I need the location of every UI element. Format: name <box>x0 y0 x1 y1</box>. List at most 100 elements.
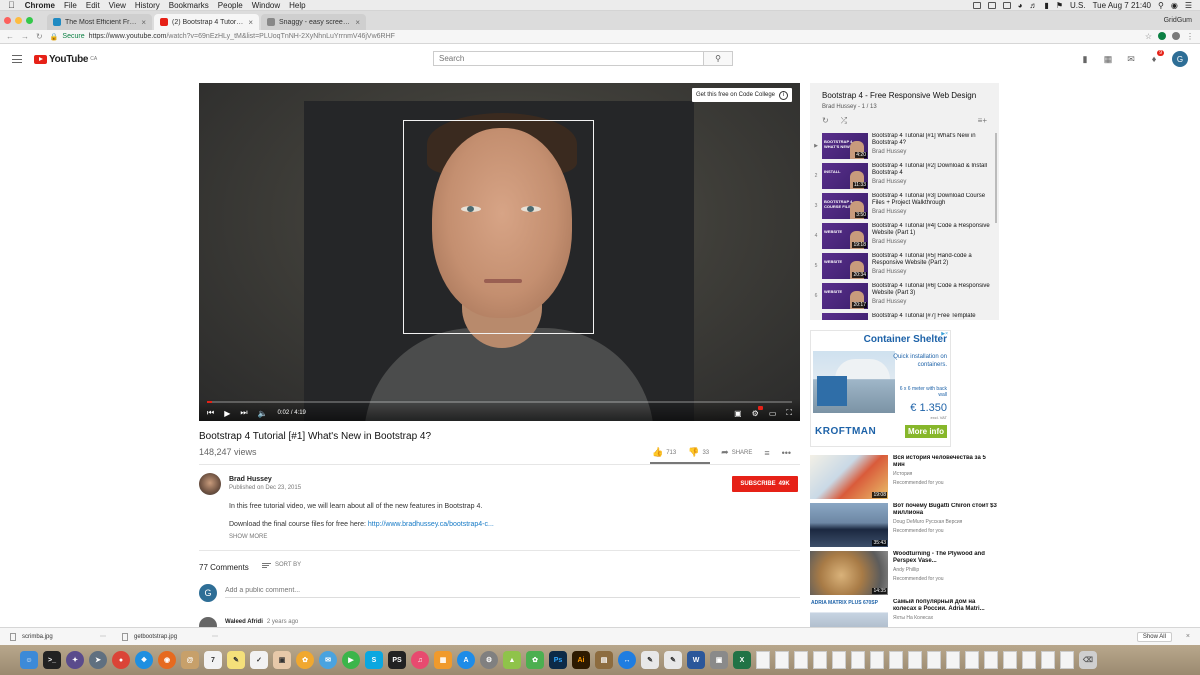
word-icon[interactable]: W <box>687 651 705 669</box>
status-app-icon[interactable] <box>987 1 996 9</box>
extension-icon[interactable] <box>1172 32 1180 40</box>
playlist-item-title[interactable]: Bootstrap 4 Tutorial [#5] Hand-code a Re… <box>872 253 992 267</box>
spotlight-icon[interactable]: ⚲ <box>1158 1 1164 10</box>
script-editor-icon[interactable]: ✎ <box>664 651 682 669</box>
save-playlist-icon[interactable]: ≡+ <box>978 116 987 125</box>
document-thumbnail-icon[interactable] <box>756 651 770 669</box>
volume-icon[interactable]: ♬ <box>1029 1 1037 10</box>
apps-grid-icon[interactable]: ▦ <box>1103 54 1113 64</box>
download-options-icon[interactable]: ⋯ <box>100 633 106 640</box>
url-field[interactable]: https://www.youtube.com/watch?v=69nEzHLy… <box>89 33 395 40</box>
document-thumbnail-icon[interactable] <box>870 651 884 669</box>
recommended-title[interactable]: Вот почему Bugatti Chiron стоит $3 милли… <box>893 503 997 517</box>
wifi-icon[interactable]: ◕ <box>1018 1 1023 10</box>
menu-window[interactable]: Window <box>252 1 280 10</box>
channel-avatar[interactable] <box>199 473 221 495</box>
reload-icon[interactable]: ↻ <box>36 32 43 41</box>
play-icon[interactable]: ▶ <box>224 409 230 418</box>
document-thumbnail-icon[interactable] <box>908 651 922 669</box>
menu-view[interactable]: View <box>109 1 126 10</box>
download-item[interactable]: scrimba.jpg ⋯ <box>0 632 112 641</box>
ibooks-icon[interactable]: ▦ <box>434 651 452 669</box>
loop-icon[interactable]: ↻ <box>822 116 829 126</box>
subscribe-button[interactable]: SUBSCRIBE 49K <box>732 476 798 492</box>
textedit-icon[interactable]: ✎ <box>641 651 659 669</box>
reminders-icon[interactable]: ✓ <box>250 651 268 669</box>
playlist-item-thumbnail[interactable]: INSTALL 11:33 <box>822 163 868 189</box>
extension-icon[interactable] <box>1158 32 1166 40</box>
recommended-thumbnail[interactable]: 14:35 <box>810 551 888 595</box>
phpstorm-icon[interactable]: PS <box>388 651 406 669</box>
dislike-button[interactable]: 👎 33 <box>688 447 709 458</box>
menu-history[interactable]: History <box>135 1 160 10</box>
document-thumbnail-icon[interactable] <box>832 651 846 669</box>
playlist-item[interactable]: 3 BOOTSTRAP 4 COURSE FILES 3:50 Bootstrap 4… <box>810 193 994 223</box>
tab-youtube[interactable]: (2) Bootstrap 4 Tutorial [#... × <box>154 14 259 30</box>
close-downloads-icon[interactable]: × <box>1186 633 1190 640</box>
playlist-item-title[interactable]: Bootstrap 4 Tutorial [#7] Free Template <box>872 313 992 320</box>
ad-more-info-button[interactable]: More info <box>905 425 947 438</box>
app-store-icon[interactable]: A <box>457 651 475 669</box>
chrome-menu-icon[interactable]: ⋮ <box>1186 32 1194 41</box>
document-thumbnail-icon[interactable] <box>1003 651 1017 669</box>
notifications-bell-icon[interactable]: ♦ 9 <box>1149 50 1164 64</box>
playlist-item[interactable]: 6 WEBSITE 20:17 Bootstrap 4 Tutorial [#6] C… <box>810 283 994 313</box>
notification-center-icon[interactable]: ☰ <box>1185 1 1192 10</box>
maps-icon[interactable]: ▲ <box>503 651 521 669</box>
firefox-icon[interactable]: ◉ <box>158 651 176 669</box>
document-thumbnail-icon[interactable] <box>1060 651 1074 669</box>
contacts-icon[interactable]: @ <box>181 651 199 669</box>
screenshot-icon[interactable]: ▣ <box>710 651 728 669</box>
tab-bootstrap-site[interactable]: The Most Efficient Free Bootst... × <box>47 14 152 30</box>
playlist-item-thumbnail[interactable]: WEBSITE 20:17 <box>822 283 868 309</box>
playlist-item-title[interactable]: Bootstrap 4 Tutorial [#2] Download & Ins… <box>872 163 992 177</box>
playlist-item[interactable]: 5 WEBSITE 20:34 Bootstrap 4 Tutorial [#5] H… <box>810 253 994 283</box>
upload-video-icon[interactable]: ▮ <box>1080 54 1090 64</box>
forward-icon[interactable]: → <box>21 32 29 41</box>
skype-icon[interactable]: S <box>365 651 383 669</box>
flag-icon[interactable]: ⚑ <box>1056 1 1063 10</box>
system-preferences-icon[interactable]: ⚙ <box>480 651 498 669</box>
document-thumbnail-icon[interactable] <box>794 651 808 669</box>
document-thumbnail-icon[interactable] <box>775 651 789 669</box>
shuffle-icon[interactable]: ⤮ <box>841 116 847 126</box>
tab-close-icon[interactable]: × <box>355 18 360 27</box>
tab-close-icon[interactable]: × <box>248 18 253 27</box>
terminal-icon[interactable]: >_ <box>43 651 61 669</box>
account-avatar[interactable]: G <box>1172 51 1188 67</box>
comment-input[interactable] <box>225 584 800 598</box>
volume-icon[interactable]: 🔈 <box>258 409 268 418</box>
recommended-video[interactable]: 35:43 Вот почему Bugatti Chiron стоит $3 … <box>810 503 999 547</box>
playlist-item[interactable]: ▶ BOOTSTRAP 4 WHAT'S NEW? 4:20 Bootstrap 4 … <box>810 133 994 163</box>
progress-bar[interactable] <box>207 401 792 403</box>
preview-icon[interactable]: ▣ <box>273 651 291 669</box>
playlist-item-thumbnail[interactable] <box>822 313 868 320</box>
show-more-button[interactable]: SHOW MORE <box>229 534 267 540</box>
document-thumbnail-icon[interactable] <box>1022 651 1036 669</box>
notes-icon[interactable]: ✎ <box>227 651 245 669</box>
status-app-icon[interactable] <box>972 1 981 9</box>
document-thumbnail-icon[interactable] <box>851 651 865 669</box>
siri-icon[interactable]: ◉ <box>1171 1 1178 10</box>
guide-menu-icon[interactable] <box>12 55 22 63</box>
download-options-icon[interactable]: ⋯ <box>212 633 218 640</box>
playlist-item[interactable]: 2 INSTALL 11:33 Bootstrap 4 Tutorial [#2] D… <box>810 163 994 193</box>
description-link[interactable]: http://www.bradhussey.ca/bootstrap4-c... <box>368 521 494 528</box>
recommended-thumbnail[interactable]: 35:43 <box>810 503 888 547</box>
status-app-icon[interactable] <box>1002 1 1011 9</box>
document-thumbnail-icon[interactable] <box>984 651 998 669</box>
menu-edit[interactable]: Edit <box>86 1 100 10</box>
next-icon[interactable]: ⏭ <box>240 408 247 418</box>
tab-snaggy[interactable]: Snaggy - easy screenshots × <box>261 14 366 30</box>
playlist-item-thumbnail[interactable]: WEBSITE 19:18 <box>822 223 868 249</box>
close-window-icon[interactable] <box>4 17 11 24</box>
playlist-item-title[interactable]: Bootstrap 4 Tutorial [#3] Download Cours… <box>872 193 992 207</box>
info-card-teaser[interactable]: Get this free on Code College i <box>691 88 792 102</box>
archive-icon[interactable]: ▤ <box>595 651 613 669</box>
teamviewer-icon[interactable]: ↔ <box>618 651 636 669</box>
recommended-video[interactable]: 19:08 Вся история человечества за 5 мин Ис… <box>810 455 999 499</box>
menubar-clock[interactable]: Tue Aug 7 21:40 <box>1093 1 1151 10</box>
show-all-downloads-button[interactable]: Show All <box>1136 631 1172 642</box>
chrome-icon[interactable]: ● <box>112 651 130 669</box>
menu-people[interactable]: People <box>218 1 243 10</box>
